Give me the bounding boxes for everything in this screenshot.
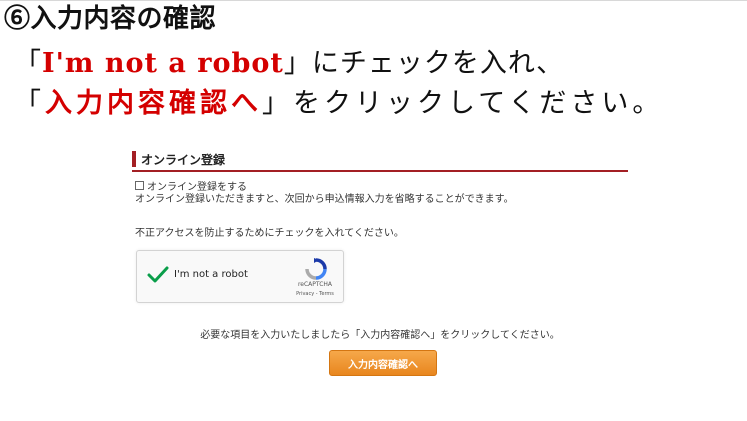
embedded-screenshot: オンライン登録 オンライン登録をする オンライン登録いただきますと、次回から申込…	[132, 148, 628, 388]
instruction-line-1: 「I'm not a robot」にチェックを入れ、	[14, 47, 564, 81]
section-header: オンライン登録	[132, 148, 628, 172]
green-check-icon[interactable]	[146, 263, 170, 287]
captcha-label: I'm not a robot	[174, 269, 248, 280]
register-note: オンライン登録いただきますと、次回から申込情報入力を省略することができます。	[135, 194, 514, 205]
captcha-note: 不正アクセスを防止するためにチェックを入れてください。	[135, 228, 404, 239]
recaptcha-widget[interactable]: I'm not a robot reCAPTCHA Privacy - Term…	[136, 250, 344, 303]
highlight-text: I'm not a robot	[42, 48, 284, 79]
recaptcha-logo-icon	[305, 258, 327, 280]
recaptcha-brand: reCAPTCHA	[297, 281, 333, 288]
confirm-input-button[interactable]: 入力内容確認へ	[329, 350, 437, 376]
section-title: オンライン登録	[141, 153, 226, 167]
top-divider	[0, 0, 747, 1]
highlight-text: 入力内容確認へ	[45, 88, 262, 119]
step-title: ⑥入力内容の確認	[4, 4, 217, 34]
instruction-line-2: 「入力内容確認へ」をクリックしてください。	[14, 87, 663, 121]
recaptcha-links[interactable]: Privacy - Terms	[287, 291, 343, 297]
section-accent-bar	[132, 151, 136, 167]
online-register-checkbox[interactable]	[135, 181, 144, 190]
instruction-text: 」にチェックを入れ、	[283, 48, 565, 79]
bracket-open: 「	[14, 48, 42, 79]
bracket-open: 「	[14, 88, 45, 119]
instruction-text: 」をクリックしてください。	[262, 88, 664, 119]
confirm-note: 必要な項目を入力いたしましたら「入力内容確認へ」をクリックしてください。	[200, 330, 560, 341]
